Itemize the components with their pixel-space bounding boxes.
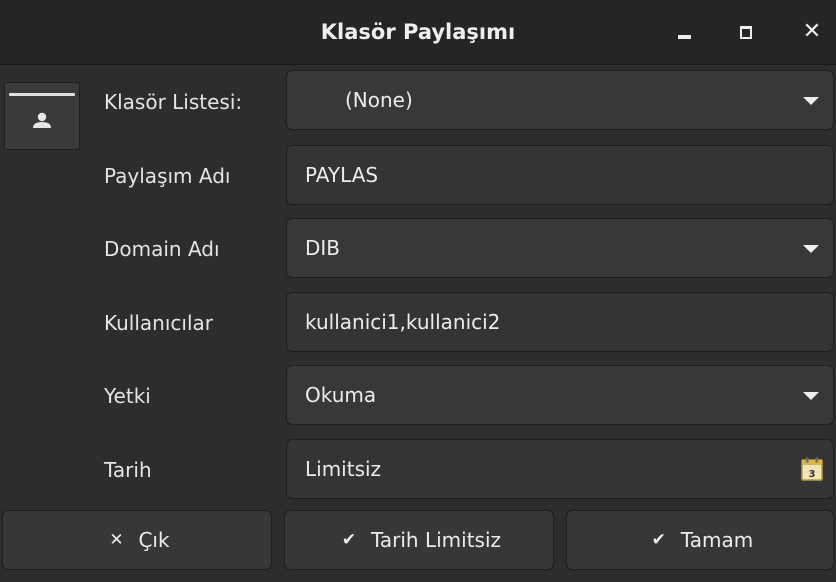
- users-field[interactable]: kullanici1,kullanici2: [286, 292, 834, 352]
- domain-name-label: Domain Adı: [104, 237, 220, 261]
- calendar-icon[interactable]: 3: [801, 457, 823, 481]
- share-name-label: Paylaşım Adı: [104, 164, 231, 188]
- side-tab[interactable]: [4, 82, 80, 150]
- folder-list-dropdown[interactable]: (None): [286, 70, 834, 130]
- person-icon: [33, 112, 51, 128]
- chevron-down-icon: [803, 97, 819, 105]
- date-label: Tarih: [104, 458, 152, 482]
- share-name-value: PAYLAS: [305, 163, 379, 187]
- maximize-button[interactable]: [724, 0, 768, 64]
- permission-dropdown[interactable]: Okuma: [286, 365, 834, 425]
- no-limit-button-label: Tarih Limitsiz: [370, 528, 502, 552]
- exit-button-label: Çık: [138, 528, 170, 552]
- close-icon: ✕: [109, 530, 124, 550]
- minimize-button[interactable]: [662, 0, 706, 64]
- chevron-down-icon: [803, 245, 819, 253]
- exit-button[interactable]: ✕ Çık: [2, 510, 272, 570]
- date-value: Limitsiz: [305, 457, 382, 481]
- ok-button-label: Tamam: [680, 528, 754, 552]
- chevron-down-icon: [803, 392, 819, 400]
- window-title: Klasör Paylaşımı: [320, 20, 516, 44]
- folder-list-value: (None): [345, 88, 413, 112]
- close-icon: ✕: [802, 19, 822, 44]
- date-field[interactable]: Limitsiz 3: [286, 439, 834, 499]
- title-bar: Klasör Paylaşımı ✕: [0, 0, 836, 65]
- check-icon: ✔: [341, 530, 357, 550]
- check-icon: ✔: [651, 530, 666, 550]
- permission-label: Yetki: [104, 384, 151, 408]
- minimize-icon: [677, 35, 691, 39]
- domain-name-value: DIB: [305, 236, 341, 260]
- domain-name-dropdown[interactable]: DIB: [286, 218, 834, 278]
- users-value: kullanici1,kullanici2: [305, 310, 501, 334]
- svg-text:3: 3: [809, 469, 816, 480]
- users-label: Kullanıcılar: [104, 311, 213, 335]
- share-name-field[interactable]: PAYLAS: [286, 145, 834, 205]
- maximize-icon: [740, 25, 752, 39]
- no-limit-button[interactable]: ✔ Tarih Limitsiz: [284, 510, 554, 570]
- close-button[interactable]: ✕: [790, 0, 834, 64]
- ok-button[interactable]: ✔ Tamam: [566, 510, 834, 570]
- permission-value: Okuma: [305, 383, 377, 407]
- folder-list-label: Klasör Listesi:: [104, 90, 243, 114]
- tab-indicator: [9, 93, 75, 96]
